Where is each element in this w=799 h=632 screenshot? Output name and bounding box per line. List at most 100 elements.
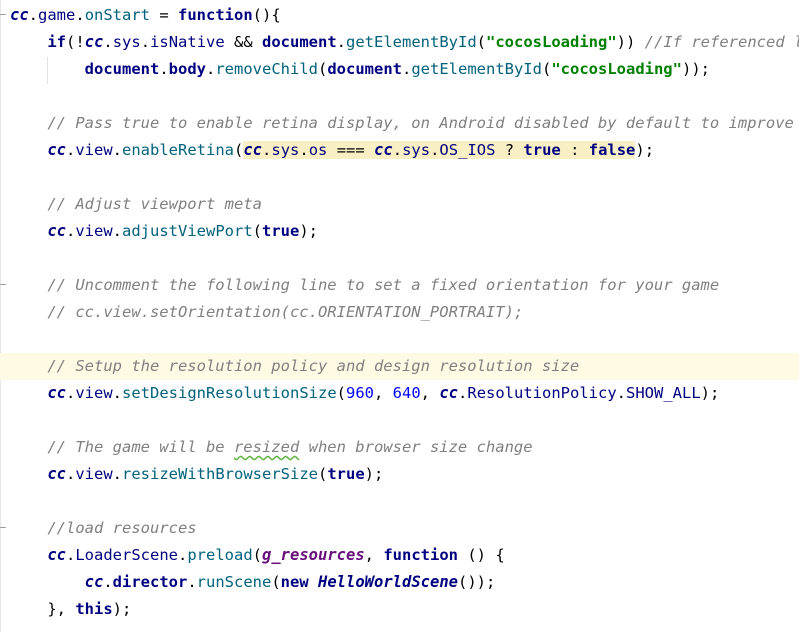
code-token: (! <box>66 33 85 51</box>
code-line[interactable]: // Setup the resolution policy and desig… <box>0 353 799 380</box>
code-line[interactable] <box>0 488 799 515</box>
code-token: ); <box>700 384 720 402</box>
code-token: . <box>103 33 113 51</box>
code-line[interactable]: document.body.removeChild(document.getEl… <box>0 56 799 83</box>
code-line[interactable]: }, this); <box>0 596 799 623</box>
code-token: true <box>523 141 561 159</box>
code-token: ( <box>317 465 328 483</box>
fold-marker-icon[interactable] <box>0 284 6 285</box>
code-token: sys <box>112 33 141 51</box>
code-token: true <box>327 465 365 483</box>
code-token: body <box>168 60 206 78</box>
code-line[interactable]: // The game will be resized when browser… <box>0 434 799 461</box>
code-line[interactable]: cc.view.adjustViewPort(true); <box>0 218 799 245</box>
code-token: document <box>84 60 160 78</box>
code-token: )) <box>616 33 645 51</box>
code-token: // The game will be <box>47 438 234 456</box>
code-line[interactable] <box>0 407 799 434</box>
code-token: // Pass true to enable retina display, o… <box>47 114 799 132</box>
code-line[interactable]: // Adjust viewport meta <box>0 191 799 218</box>
code-line[interactable] <box>0 245 799 272</box>
code-token: . <box>140 33 151 51</box>
code-token: setDesignResolutionSize <box>122 384 337 402</box>
code-token: resizeWithBrowserSize <box>122 465 318 483</box>
code-line[interactable] <box>0 164 799 191</box>
code-token: cc <box>47 546 66 564</box>
fold-marker-icon[interactable] <box>0 14 6 15</box>
code-token: . <box>178 546 188 564</box>
code-line[interactable]: // Pass true to enable retina display, o… <box>0 110 799 137</box>
code-token: . <box>28 6 39 24</box>
code-token: . <box>458 384 468 402</box>
code-token: SHOW_ALL <box>626 384 701 402</box>
code-token: . <box>392 141 403 159</box>
code-token: // Setup the resolution policy and desig… <box>47 357 580 375</box>
code-token: ); <box>299 222 319 240</box>
code-token: . <box>66 141 76 159</box>
code-token: OS_IOS <box>439 141 496 159</box>
code-line[interactable]: // Uncomment the following line to set a… <box>0 272 799 299</box>
code-token: . <box>66 546 76 564</box>
code-token: // Adjust viewport meta <box>47 195 262 213</box>
code-line[interactable]: cc.director.runScene(new HelloWorldScene… <box>0 569 799 596</box>
code-line[interactable]: cc.view.setDesignResolutionSize(960, 640… <box>0 380 799 407</box>
code-token: . <box>75 6 85 24</box>
code-token: isNative <box>150 33 225 51</box>
code-line[interactable]: cc.game.onStart = function(){ <box>0 2 799 29</box>
code-line[interactable]: if(!cc.sys.isNative && document.getEleme… <box>0 29 799 56</box>
code-token: : <box>560 141 589 159</box>
code-token: , <box>364 546 384 564</box>
code-token: . <box>66 465 76 483</box>
code-token: director <box>112 573 188 591</box>
code-token: false <box>588 141 636 159</box>
code-token: . <box>401 60 412 78</box>
code-line[interactable] <box>0 326 799 353</box>
code-token: ( <box>317 60 328 78</box>
code-token: getElementById <box>411 60 542 78</box>
code-token: . <box>616 384 627 402</box>
code-token: ); <box>635 141 655 159</box>
code-token: view <box>75 222 113 240</box>
code-editor[interactable]: cc.game.onStart = function(){ if(!cc.sys… <box>0 0 799 632</box>
code-token: . <box>66 222 76 240</box>
code-token: === <box>327 141 375 159</box>
code-token: function <box>383 546 458 564</box>
code-token: ( <box>476 33 487 51</box>
code-token: preload <box>187 546 253 564</box>
code-line[interactable]: // cc.view.setOrientation(cc.ORIENTATION… <box>0 299 799 326</box>
code-token: function <box>178 6 253 24</box>
code-line[interactable]: //load resources <box>0 515 799 542</box>
code-token: ResolutionPolicy <box>467 384 617 402</box>
code-token: , <box>420 384 440 402</box>
code-token: ); <box>364 465 384 483</box>
code-token: view <box>75 141 113 159</box>
code-line[interactable]: cc.view.enableRetina(cc.sys.os === cc.sy… <box>0 137 799 164</box>
code-token: view <box>75 384 113 402</box>
code-token: when browser size change <box>299 438 533 456</box>
code-token: // cc.view.setOrientation(cc.ORIENTATION… <box>47 303 524 321</box>
code-token: // Uncomment the following line to set a… <box>47 276 720 294</box>
fold-marker-icon[interactable] <box>0 527 6 528</box>
code-token: . <box>112 222 123 240</box>
code-token: . <box>299 141 309 159</box>
code-line[interactable]: cc.LoaderScene.preload(g_resources, func… <box>0 542 799 569</box>
code-token: . <box>112 384 123 402</box>
code-token: ( <box>271 573 281 591</box>
code-token: () { <box>458 546 505 564</box>
code-token: view <box>75 465 113 483</box>
code-token: && <box>224 33 263 51</box>
code-token: (){ <box>252 6 281 24</box>
code-line[interactable] <box>0 83 799 110</box>
code-line[interactable]: cc.view.resizeWithBrowserSize(true); <box>0 461 799 488</box>
code-token: ( <box>252 546 263 564</box>
code-token: , <box>374 384 393 402</box>
